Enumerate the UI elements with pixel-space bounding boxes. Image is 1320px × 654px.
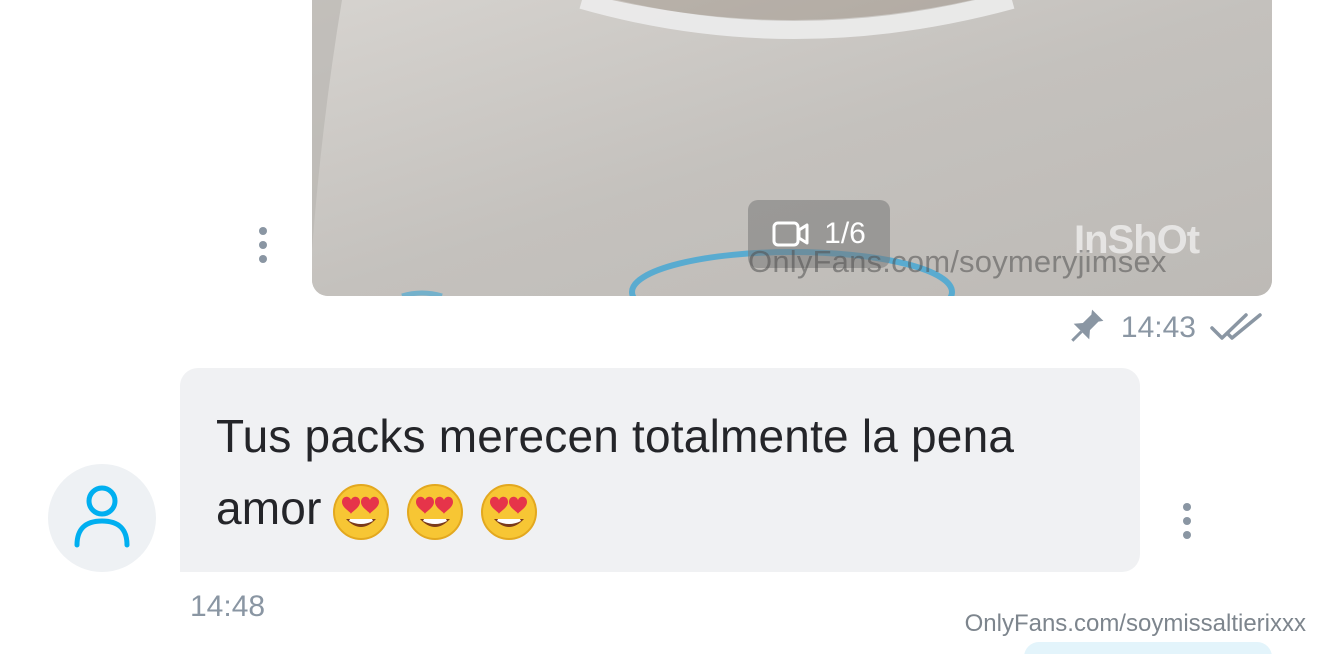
heart-eyes-emoji bbox=[406, 483, 464, 541]
media-watermark-text: OnlyFans.com/soymeryjimsex bbox=[748, 244, 1167, 279]
chat-thread: 1/6 InShOt OnlyFans.com/soymeryjimsex 14… bbox=[0, 0, 1320, 654]
user-icon bbox=[72, 483, 132, 554]
emoji-group bbox=[332, 483, 538, 541]
sent-message-meta: 14:43 bbox=[1063, 306, 1264, 350]
heart-eyes-emoji bbox=[480, 483, 538, 541]
double-check-icon bbox=[1210, 312, 1264, 344]
footer-watermark: OnlyFans.com/soymissaltierixxx bbox=[964, 610, 1306, 637]
sent-media-bubble[interactable]: 1/6 InShOt OnlyFans.com/soymeryjimsex bbox=[312, 0, 1272, 296]
sent-message-time: 14:43 bbox=[1120, 311, 1196, 344]
received-message-time: 14:48 bbox=[190, 590, 266, 623]
next-message-bubble-peek bbox=[1024, 642, 1272, 654]
sender-avatar[interactable] bbox=[48, 464, 156, 572]
received-message-more-icon[interactable] bbox=[1183, 503, 1191, 539]
received-message-bubble[interactable]: Tus packs merecen totalmente la pena amo… bbox=[180, 368, 1140, 572]
pin-icon[interactable] bbox=[1063, 306, 1107, 350]
sent-message-more-icon[interactable] bbox=[259, 227, 267, 263]
heart-eyes-emoji bbox=[332, 483, 390, 541]
